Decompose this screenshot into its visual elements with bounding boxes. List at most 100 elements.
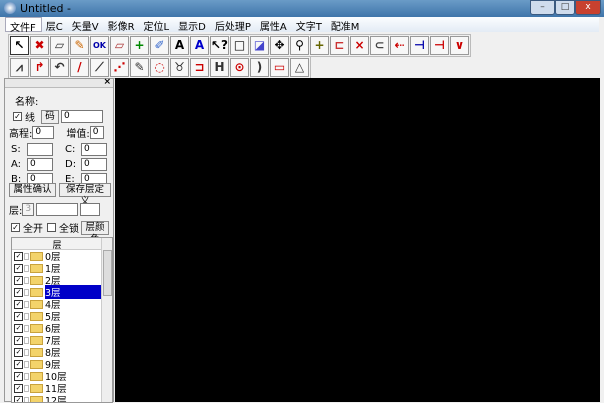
break-line-icon[interactable]: ⊣ [410, 36, 429, 55]
bracket-icon[interactable]: ⊏ [330, 36, 349, 55]
menu-item[interactable]: 文件F [5, 17, 42, 32]
menu-item[interactable]: 显示D [174, 17, 211, 32]
eraser-icon[interactable]: ▱ [50, 36, 69, 55]
map-canvas[interactable] [115, 78, 600, 402]
lock-icon[interactable] [24, 313, 29, 320]
layer-list-scrollbar[interactable] [101, 238, 112, 403]
lock-icon[interactable] [24, 277, 29, 284]
menu-item[interactable]: 配准M [327, 17, 365, 32]
terrain-icon[interactable]: ⩘ [10, 58, 29, 77]
layer-color-swatch[interactable] [80, 203, 100, 216]
text-a-icon[interactable]: A [170, 36, 189, 55]
layer-number-input[interactable]: 3 [22, 203, 34, 216]
pencil-icon[interactable]: ✐ [150, 36, 169, 55]
layer-item[interactable]: ✓8层 [12, 346, 112, 358]
layer-item[interactable]: ✓6层 [12, 322, 112, 334]
d-input[interactable]: 0 [81, 158, 107, 171]
lock-icon[interactable] [24, 385, 29, 392]
pen-icon[interactable]: ✎ [130, 58, 149, 77]
lock-all-checkbox[interactable] [47, 223, 56, 232]
layer-item[interactable]: ✓1层 [12, 262, 112, 274]
open-all-checkbox[interactable]: ✓ [11, 223, 20, 232]
area-icon[interactable]: ▱ [110, 36, 129, 55]
layer-list-header[interactable]: 层 [12, 238, 102, 250]
polygon-point-icon[interactable]: ◌ [150, 58, 169, 77]
layer-visible-checkbox[interactable]: ✓ [14, 264, 23, 273]
h-icon[interactable]: H [210, 58, 229, 77]
save-layer-definition-button[interactable]: 保存层定义 [59, 183, 111, 197]
layer-visible-checkbox[interactable]: ✓ [14, 336, 23, 345]
layer-visible-checkbox[interactable]: ✓ [14, 384, 23, 393]
arrow-left-icon[interactable]: ⇠ [390, 36, 409, 55]
node-icon[interactable]: + [310, 36, 329, 55]
layer-item[interactable]: ✓0层 [12, 250, 112, 262]
minimize-button[interactable]: – [530, 0, 555, 15]
scrollbar-thumb[interactable] [103, 250, 112, 296]
layer-item[interactable]: ✓7层 [12, 334, 112, 346]
layer-visible-checkbox[interactable]: ✓ [14, 312, 23, 321]
vertex-icon[interactable]: ♉ [170, 58, 189, 77]
lock-icon[interactable] [24, 301, 29, 308]
layer-visible-checkbox[interactable]: ✓ [14, 252, 23, 261]
select-arrow-icon[interactable]: ↖ [10, 36, 29, 55]
cross-icon[interactable]: + [130, 36, 149, 55]
height-input[interactable]: 0 [32, 126, 54, 139]
confirm-attributes-button[interactable]: 属性确认 [9, 183, 56, 197]
c-input[interactable]: 0 [81, 143, 107, 156]
query-icon[interactable]: ↖? [210, 36, 229, 55]
ok-icon[interactable]: OK [90, 36, 109, 55]
layer-visible-checkbox[interactable]: ✓ [14, 276, 23, 285]
map-edit-icon[interactable]: ◪ [250, 36, 269, 55]
lock-icon[interactable] [24, 361, 29, 368]
lock-icon[interactable] [24, 253, 29, 260]
curve-icon[interactable]: ⊂ [370, 36, 389, 55]
panel-close-icon[interactable]: × [103, 77, 111, 87]
lock-icon[interactable] [24, 325, 29, 332]
s-input[interactable] [27, 143, 53, 156]
step-icon[interactable]: ⊐ [190, 58, 209, 77]
layer-visible-checkbox[interactable]: ✓ [14, 324, 23, 333]
arc-icon[interactable]: ) [250, 58, 269, 77]
a-input[interactable]: 0 [27, 158, 53, 171]
menu-item[interactable]: 影像R [104, 17, 140, 32]
menu-item[interactable]: 后处理P [211, 17, 256, 32]
layer-item[interactable]: ✓5层 [12, 310, 112, 322]
increment-input[interactable]: 0 [90, 126, 104, 139]
layer-visible-checkbox[interactable]: ✓ [14, 372, 23, 381]
triangle-icon[interactable]: △ [290, 58, 309, 77]
circle-icon[interactable]: ⊙ [230, 58, 249, 77]
lock-icon[interactable] [24, 289, 29, 296]
line-point-icon[interactable]: ⟋ [90, 58, 109, 77]
zoom-icon[interactable]: ⚲ [290, 36, 309, 55]
layer-visible-checkbox[interactable]: ✓ [14, 360, 23, 369]
layer-visible-checkbox[interactable]: ✓ [14, 348, 23, 357]
hook-icon[interactable]: ↶ [50, 58, 69, 77]
line-checkbox[interactable]: ✓ [13, 112, 22, 121]
code-input[interactable]: 0 [61, 110, 103, 123]
rectangle-icon[interactable]: □ [230, 36, 249, 55]
lock-icon[interactable] [24, 265, 29, 272]
menu-item[interactable]: 矢量V [68, 17, 104, 32]
menu-item[interactable]: 定位L [140, 17, 175, 32]
lock-icon[interactable] [24, 349, 29, 356]
move-icon[interactable]: ✥ [270, 36, 289, 55]
color-icon[interactable]: ✖ [30, 36, 49, 55]
layer-item[interactable]: ✓3层 [12, 286, 112, 298]
rect-icon[interactable]: ▭ [270, 58, 289, 77]
code-button[interactable]: 码 [41, 110, 59, 124]
layer-color-button[interactable]: 层颜色 [81, 221, 109, 235]
menu-item[interactable]: 文字T [292, 17, 327, 32]
delete-x-icon[interactable]: × [350, 36, 369, 55]
line-arrow-icon[interactable]: ↱ [30, 58, 49, 77]
layer-item[interactable]: ✓4层 [12, 298, 112, 310]
pen-edit-icon[interactable]: ✎ [70, 36, 89, 55]
cut-line-icon[interactable]: ⊣ [430, 36, 449, 55]
v-icon[interactable]: ∨ [450, 36, 469, 55]
layer-name-input[interactable] [36, 203, 78, 216]
menu-item[interactable]: 属性A [256, 17, 292, 32]
lock-icon[interactable] [24, 373, 29, 380]
line-icon[interactable]: / [70, 58, 89, 77]
lock-icon[interactable] [24, 337, 29, 344]
maximize-button[interactable]: □ [555, 0, 575, 15]
lock-icon[interactable] [24, 397, 29, 403]
